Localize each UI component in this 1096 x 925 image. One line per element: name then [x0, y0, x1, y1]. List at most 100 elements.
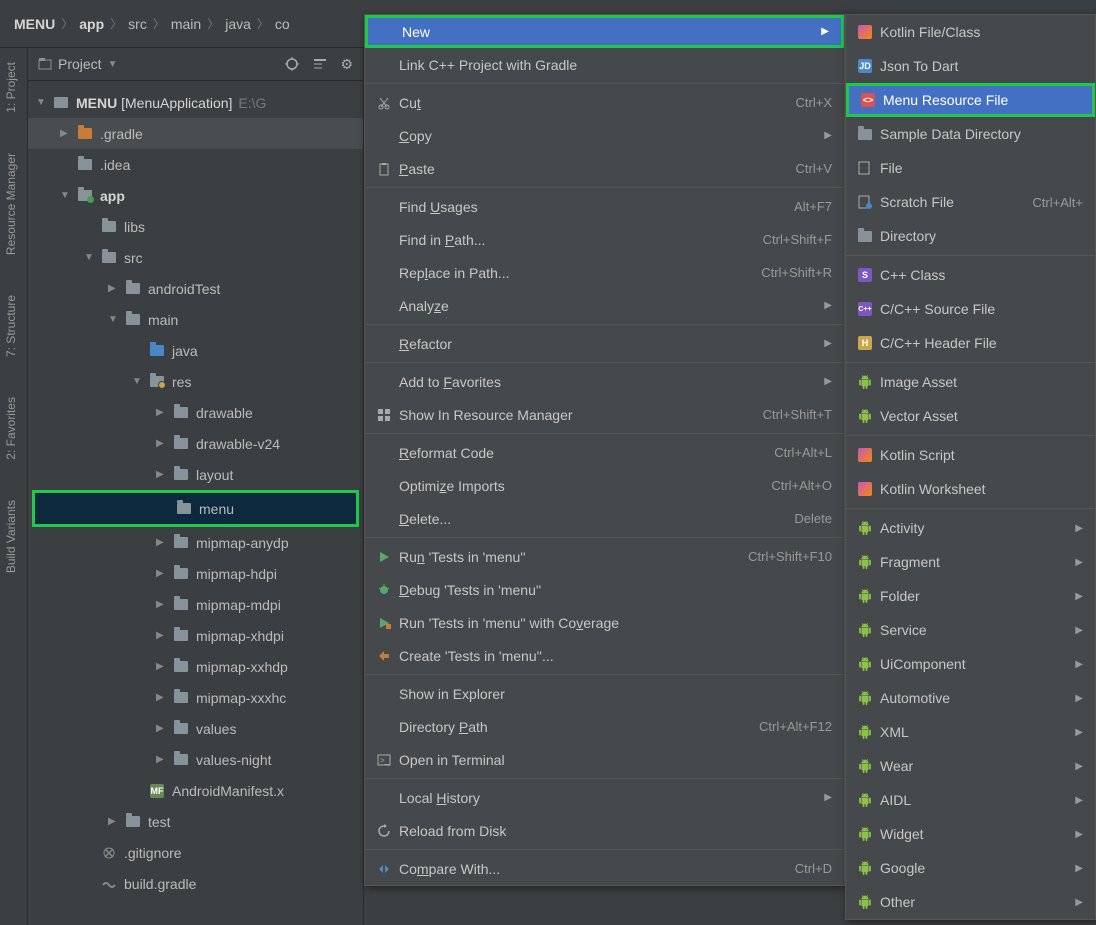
expand-arrow[interactable]: ▼ [132, 376, 146, 387]
submenu-item-c-class[interactable]: SC++ Class [846, 258, 1095, 292]
breadcrumb-item[interactable]: src [128, 16, 147, 32]
menu-item-compare-with-[interactable]: Compare With...Ctrl+D [365, 852, 844, 885]
menu-item-show-in-resource-manager[interactable]: Show In Resource ManagerCtrl+Shift+T [365, 398, 844, 431]
tree-item-menu[interactable]: menu [35, 493, 356, 524]
submenu-item-directory[interactable]: Directory [846, 219, 1095, 253]
submenu-item-uicomponent[interactable]: UiComponent▶ [846, 647, 1095, 681]
expand-arrow[interactable]: ▶ [156, 692, 170, 703]
menu-item-optimize-imports[interactable]: Optimize ImportsCtrl+Alt+O [365, 469, 844, 502]
expand-arrow[interactable]: ▶ [156, 661, 170, 672]
menu-item-local-history[interactable]: Local History▶ [365, 781, 844, 814]
expand-arrow[interactable]: ▶ [108, 816, 122, 827]
menu-item-cut[interactable]: CutCtrl+X [365, 86, 844, 119]
submenu-item-scratch-file[interactable]: Scratch FileCtrl+Alt+ [846, 185, 1095, 219]
tree-item-res[interactable]: ▼res [28, 366, 363, 397]
tree-item-mipmap-xxhdp[interactable]: ▶mipmap-xxhdp [28, 651, 363, 682]
tree-item-values-night[interactable]: ▶values-night [28, 744, 363, 775]
menu-item-replace-in-path-[interactable]: Replace in Path...Ctrl+Shift+R [365, 256, 844, 289]
rail-tab[interactable]: Resource Manager [0, 145, 22, 263]
tree-item-app[interactable]: ▼app [28, 180, 363, 211]
submenu-item-folder[interactable]: Folder▶ [846, 579, 1095, 613]
submenu-item-other[interactable]: Other▶ [846, 885, 1095, 919]
menu-item-reload-from-disk[interactable]: Reload from Disk [365, 814, 844, 847]
submenu-item-file[interactable]: File [846, 151, 1095, 185]
tree-item-mipmap-xxxhc[interactable]: ▶mipmap-xxxhc [28, 682, 363, 713]
expand-arrow[interactable]: ▼ [60, 190, 74, 201]
tree-item-mipmap-anydp[interactable]: ▶mipmap-anydp [28, 527, 363, 558]
submenu-item-kotlin-worksheet[interactable]: Kotlin Worksheet [846, 472, 1095, 506]
rail-tab[interactable]: 7: Structure [0, 287, 22, 365]
breadcrumb-item[interactable]: app [79, 16, 104, 32]
menu-item-delete-[interactable]: Delete...Delete [365, 502, 844, 535]
menu-item-find-in-path-[interactable]: Find in Path...Ctrl+Shift+F [365, 223, 844, 256]
tree-item-test[interactable]: ▶test [28, 806, 363, 837]
expand-arrow[interactable]: ▶ [60, 128, 74, 139]
menu-item-link-c-project-with-gradle[interactable]: Link C++ Project with Gradle [365, 48, 844, 81]
tree-item-AndroidManifest.x[interactable]: MFAndroidManifest.x [28, 775, 363, 806]
breadcrumb-item[interactable]: java [225, 16, 251, 32]
menu-item-run-tests-in-menu-[interactable]: Run 'Tests in 'menu''Ctrl+Shift+F10 [365, 540, 844, 573]
breadcrumb-item[interactable]: co [275, 16, 290, 32]
expand-arrow[interactable]: ▶ [156, 630, 170, 641]
tree-item-androidTest[interactable]: ▶androidTest [28, 273, 363, 304]
expand-arrow[interactable]: ▶ [156, 568, 170, 579]
menu-item-run-tests-in-menu-with-coverage[interactable]: Run 'Tests in 'menu'' with Coverage [365, 606, 844, 639]
tree-item-.idea[interactable]: .idea [28, 149, 363, 180]
chevron-down-icon[interactable]: ▼ [108, 59, 118, 70]
submenu-item-automotive[interactable]: Automotive▶ [846, 681, 1095, 715]
tree-item-drawable[interactable]: ▶drawable [28, 397, 363, 428]
expand-arrow[interactable]: ▼ [84, 252, 98, 263]
expand-arrow[interactable]: ▼ [108, 314, 122, 325]
submenu-item-vector-asset[interactable]: Vector Asset [846, 399, 1095, 433]
menu-item-reformat-code[interactable]: Reformat CodeCtrl+Alt+L [365, 436, 844, 469]
tree-item-drawable-v24[interactable]: ▶drawable-v24 [28, 428, 363, 459]
menu-item-add-to-favorites[interactable]: Add to Favorites▶ [365, 365, 844, 398]
submenu-item-c-c-source-file[interactable]: C++C/C++ Source File [846, 292, 1095, 326]
expand-arrow[interactable]: ▶ [156, 407, 170, 418]
expand-arrow[interactable]: ▶ [156, 599, 170, 610]
expand-arrow[interactable]: ▶ [156, 537, 170, 548]
submenu-item-wear[interactable]: Wear▶ [846, 749, 1095, 783]
tree-item-java[interactable]: java [28, 335, 363, 366]
menu-item-show-in-explorer[interactable]: Show in Explorer [365, 677, 844, 710]
rail-tab[interactable]: 2: Favorites [0, 389, 22, 468]
submenu-item-activity[interactable]: Activity▶ [846, 511, 1095, 545]
project-tree[interactable]: ▼MENU [MenuApplication]E:\G▶.gradle.idea… [28, 81, 363, 899]
menu-item-debug-tests-in-menu-[interactable]: Debug 'Tests in 'menu'' [365, 573, 844, 606]
menu-item-copy[interactable]: Copy▶ [365, 119, 844, 152]
submenu-item-google[interactable]: Google▶ [846, 851, 1095, 885]
submenu-item-kotlin-file-class[interactable]: Kotlin File/Class [846, 15, 1095, 49]
collapse-icon[interactable] [312, 56, 328, 73]
menu-item-refactor[interactable]: Refactor▶ [365, 327, 844, 360]
expand-arrow[interactable]: ▶ [156, 754, 170, 765]
expand-arrow[interactable]: ▶ [156, 438, 170, 449]
project-view-title[interactable]: Project [58, 56, 102, 72]
submenu-item-image-asset[interactable]: Image Asset [846, 365, 1095, 399]
expand-arrow[interactable]: ▶ [156, 723, 170, 734]
submenu-item-xml[interactable]: XML▶ [846, 715, 1095, 749]
menu-item-analyze[interactable]: Analyze▶ [365, 289, 844, 322]
submenu-item-menu-resource-file[interactable]: <>Menu Resource File [846, 83, 1095, 117]
tree-item-mipmap-mdpi[interactable]: ▶mipmap-mdpi [28, 589, 363, 620]
submenu-item-widget[interactable]: Widget▶ [846, 817, 1095, 851]
tree-item-MENU[interactable]: ▼MENU [MenuApplication]E:\G [28, 87, 363, 118]
settings-icon[interactable]: ⚙ [340, 56, 353, 73]
tree-item-main[interactable]: ▼main [28, 304, 363, 335]
menu-item-paste[interactable]: PasteCtrl+V [365, 152, 844, 185]
rail-tab[interactable]: Build Variants [0, 492, 22, 581]
rail-tab[interactable]: 1: Project [0, 54, 22, 121]
submenu-item-service[interactable]: Service▶ [846, 613, 1095, 647]
breadcrumb-item[interactable]: main [171, 16, 201, 32]
submenu-item-json-to-dart[interactable]: JDJson To Dart [846, 49, 1095, 83]
tree-item-mipmap-hdpi[interactable]: ▶mipmap-hdpi [28, 558, 363, 589]
menu-item-new[interactable]: New▶ [365, 15, 844, 48]
expand-arrow[interactable]: ▼ [36, 97, 50, 108]
expand-arrow[interactable]: ▶ [156, 469, 170, 480]
submenu-item-sample-data-directory[interactable]: Sample Data Directory [846, 117, 1095, 151]
tree-item-.gitignore[interactable]: .gitignore [28, 837, 363, 868]
menu-item-find-usages[interactable]: Find UsagesAlt+F7 [365, 190, 844, 223]
submenu-item-fragment[interactable]: Fragment▶ [846, 545, 1095, 579]
tree-item-mipmap-xhdpi[interactable]: ▶mipmap-xhdpi [28, 620, 363, 651]
breadcrumb-item[interactable]: MENU [14, 16, 55, 32]
submenu-item-aidl[interactable]: AIDL▶ [846, 783, 1095, 817]
